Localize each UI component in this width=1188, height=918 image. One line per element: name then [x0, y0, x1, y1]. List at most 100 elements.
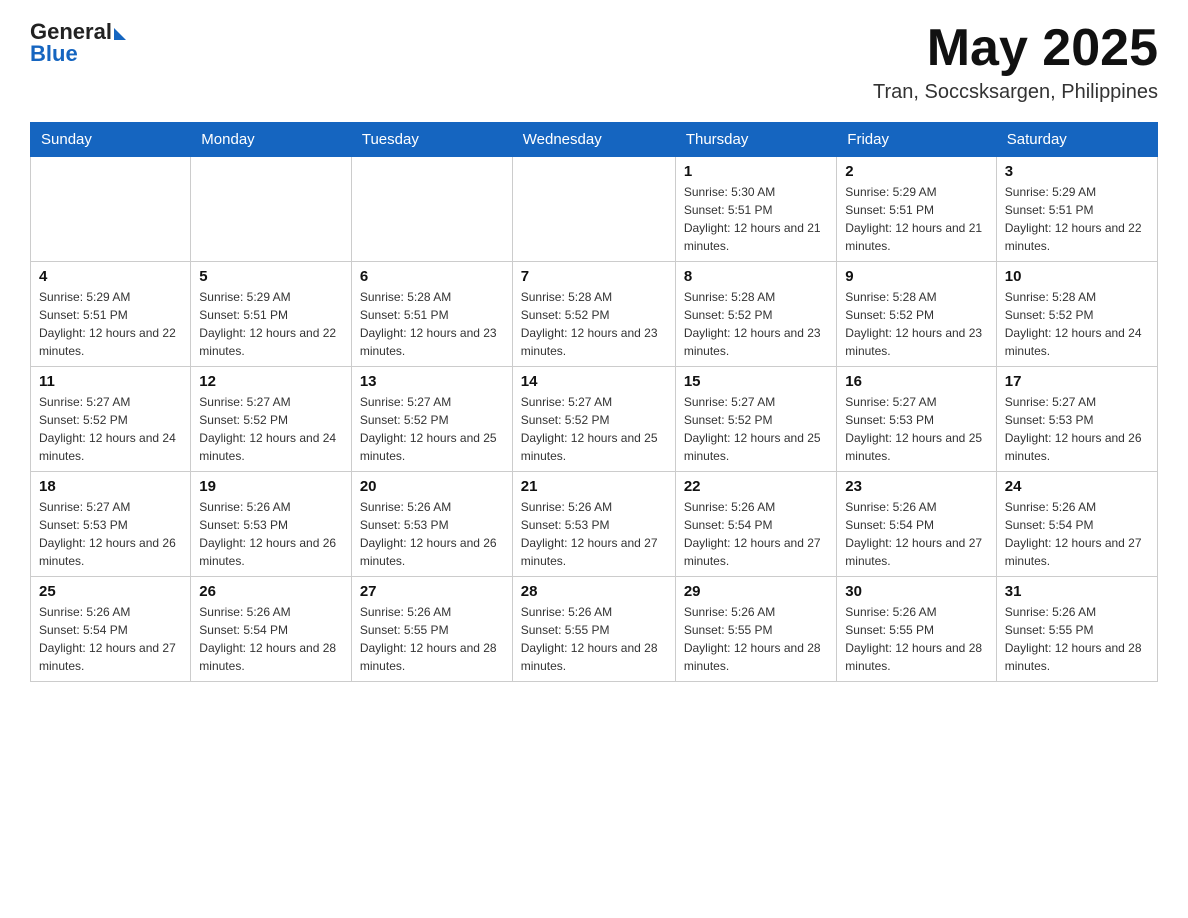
- day-number: 4: [39, 268, 182, 285]
- calendar-cell: 3 Sunrise: 5:29 AM Sunset: 5:51 PM Daylig…: [996, 157, 1157, 262]
- day-info: Sunrise: 5:26 AM Sunset: 5:54 PM Dayligh…: [845, 498, 987, 570]
- day-number: 29: [684, 583, 828, 600]
- weekday-header-row: SundayMondayTuesdayWednesdayThursdayFrid…: [31, 123, 1158, 157]
- calendar-cell: 17 Sunrise: 5:27 AM Sunset: 5:53 PM Dayli…: [996, 367, 1157, 472]
- calendar-cell: [191, 157, 352, 262]
- day-info: Sunrise: 5:28 AM Sunset: 5:52 PM Dayligh…: [684, 288, 828, 360]
- day-info: Sunrise: 5:26 AM Sunset: 5:53 PM Dayligh…: [199, 498, 343, 570]
- day-number: 25: [39, 583, 182, 600]
- day-info: Sunrise: 5:27 AM Sunset: 5:52 PM Dayligh…: [684, 393, 828, 465]
- calendar-cell: 13 Sunrise: 5:27 AM Sunset: 5:52 PM Dayli…: [351, 367, 512, 472]
- day-number: 28: [521, 583, 667, 600]
- day-info: Sunrise: 5:26 AM Sunset: 5:53 PM Dayligh…: [360, 498, 504, 570]
- day-info: Sunrise: 5:26 AM Sunset: 5:54 PM Dayligh…: [684, 498, 828, 570]
- weekday-header-monday: Monday: [191, 123, 352, 157]
- page-header: General Blue May 2025 Tran, Soccsksargen…: [30, 20, 1158, 104]
- day-number: 16: [845, 373, 987, 390]
- calendar-week-row: 1 Sunrise: 5:30 AM Sunset: 5:51 PM Daylig…: [31, 157, 1158, 262]
- day-number: 24: [1005, 478, 1149, 495]
- calendar-cell: 5 Sunrise: 5:29 AM Sunset: 5:51 PM Daylig…: [191, 262, 352, 367]
- day-info: Sunrise: 5:27 AM Sunset: 5:52 PM Dayligh…: [199, 393, 343, 465]
- day-number: 7: [521, 268, 667, 285]
- weekday-header-saturday: Saturday: [996, 123, 1157, 157]
- day-info: Sunrise: 5:26 AM Sunset: 5:54 PM Dayligh…: [199, 603, 343, 675]
- calendar-cell: 7 Sunrise: 5:28 AM Sunset: 5:52 PM Daylig…: [512, 262, 675, 367]
- day-number: 1: [684, 163, 828, 180]
- calendar-cell: 9 Sunrise: 5:28 AM Sunset: 5:52 PM Daylig…: [837, 262, 996, 367]
- weekday-header-thursday: Thursday: [675, 123, 836, 157]
- calendar-cell: 8 Sunrise: 5:28 AM Sunset: 5:52 PM Daylig…: [675, 262, 836, 367]
- header-right: May 2025 Tran, Soccsksargen, Philippines: [873, 20, 1158, 104]
- day-info: Sunrise: 5:26 AM Sunset: 5:55 PM Dayligh…: [845, 603, 987, 675]
- calendar-cell: 10Sunrise: 5:28 AM Sunset: 5:52 PM Dayli…: [996, 262, 1157, 367]
- calendar-week-row: 4 Sunrise: 5:29 AM Sunset: 5:51 PM Daylig…: [31, 262, 1158, 367]
- day-number: 3: [1005, 163, 1149, 180]
- day-number: 11: [39, 373, 182, 390]
- day-number: 5: [199, 268, 343, 285]
- day-number: 31: [1005, 583, 1149, 600]
- calendar-cell: 14 Sunrise: 5:27 AM Sunset: 5:52 PM Dayli…: [512, 367, 675, 472]
- day-info: Sunrise: 5:27 AM Sunset: 5:52 PM Dayligh…: [360, 393, 504, 465]
- calendar-cell: 19 Sunrise: 5:26 AM Sunset: 5:53 PM Dayli…: [191, 472, 352, 577]
- day-info: Sunrise: 5:29 AM Sunset: 5:51 PM Dayligh…: [199, 288, 343, 360]
- calendar-cell: [512, 157, 675, 262]
- day-number: 12: [199, 373, 343, 390]
- calendar-cell: 4 Sunrise: 5:29 AM Sunset: 5:51 PM Daylig…: [31, 262, 191, 367]
- calendar-cell: 12 Sunrise: 5:27 AM Sunset: 5:52 PM Dayli…: [191, 367, 352, 472]
- calendar-cell: 25 Sunrise: 5:26 AM Sunset: 5:54 PM Dayli…: [31, 577, 191, 682]
- calendar-cell: 30 Sunrise: 5:26 AM Sunset: 5:55 PM Dayli…: [837, 577, 996, 682]
- day-info: Sunrise: 5:30 AM Sunset: 5:51 PM Dayligh…: [684, 183, 828, 255]
- day-info: Sunrise: 5:29 AM Sunset: 5:51 PM Dayligh…: [1005, 183, 1149, 255]
- calendar-cell: 6Sunrise: 5:28 AM Sunset: 5:51 PM Daylig…: [351, 262, 512, 367]
- day-info: Sunrise: 5:26 AM Sunset: 5:54 PM Dayligh…: [1005, 498, 1149, 570]
- day-info: Sunrise: 5:28 AM Sunset: 5:52 PM Dayligh…: [845, 288, 987, 360]
- day-info: Sunrise: 5:26 AM Sunset: 5:54 PM Dayligh…: [39, 603, 182, 675]
- calendar-cell: 31Sunrise: 5:26 AM Sunset: 5:55 PM Dayli…: [996, 577, 1157, 682]
- day-info: Sunrise: 5:28 AM Sunset: 5:52 PM Dayligh…: [521, 288, 667, 360]
- day-info: Sunrise: 5:26 AM Sunset: 5:53 PM Dayligh…: [521, 498, 667, 570]
- calendar-cell: 2Sunrise: 5:29 AM Sunset: 5:51 PM Daylig…: [837, 157, 996, 262]
- calendar-cell: 26 Sunrise: 5:26 AM Sunset: 5:54 PM Dayli…: [191, 577, 352, 682]
- day-number: 26: [199, 583, 343, 600]
- weekday-header-sunday: Sunday: [31, 123, 191, 157]
- calendar-cell: [31, 157, 191, 262]
- day-info: Sunrise: 5:27 AM Sunset: 5:52 PM Dayligh…: [39, 393, 182, 465]
- day-number: 22: [684, 478, 828, 495]
- calendar-cell: 20 Sunrise: 5:26 AM Sunset: 5:53 PM Dayli…: [351, 472, 512, 577]
- calendar-cell: 18 Sunrise: 5:27 AM Sunset: 5:53 PM Dayli…: [31, 472, 191, 577]
- day-number: 20: [360, 478, 504, 495]
- day-info: Sunrise: 5:26 AM Sunset: 5:55 PM Dayligh…: [684, 603, 828, 675]
- calendar-cell: 1 Sunrise: 5:30 AM Sunset: 5:51 PM Daylig…: [675, 157, 836, 262]
- calendar-week-row: 18 Sunrise: 5:27 AM Sunset: 5:53 PM Dayli…: [31, 472, 1158, 577]
- day-number: 18: [39, 478, 182, 495]
- calendar-cell: [351, 157, 512, 262]
- calendar-cell: 21Sunrise: 5:26 AM Sunset: 5:53 PM Dayli…: [512, 472, 675, 577]
- day-info: Sunrise: 5:26 AM Sunset: 5:55 PM Dayligh…: [360, 603, 504, 675]
- calendar-cell: 24 Sunrise: 5:26 AM Sunset: 5:54 PM Dayli…: [996, 472, 1157, 577]
- calendar-cell: 22 Sunrise: 5:26 AM Sunset: 5:54 PM Dayli…: [675, 472, 836, 577]
- calendar-table: SundayMondayTuesdayWednesdayThursdayFrid…: [30, 122, 1158, 682]
- weekday-header-wednesday: Wednesday: [512, 123, 675, 157]
- day-info: Sunrise: 5:26 AM Sunset: 5:55 PM Dayligh…: [521, 603, 667, 675]
- day-number: 6: [360, 268, 504, 285]
- day-info: Sunrise: 5:27 AM Sunset: 5:53 PM Dayligh…: [1005, 393, 1149, 465]
- calendar-cell: 11 Sunrise: 5:27 AM Sunset: 5:52 PM Dayli…: [31, 367, 191, 472]
- day-number: 30: [845, 583, 987, 600]
- weekday-header-tuesday: Tuesday: [351, 123, 512, 157]
- day-info: Sunrise: 5:28 AM Sunset: 5:52 PM Dayligh…: [1005, 288, 1149, 360]
- day-number: 17: [1005, 373, 1149, 390]
- day-number: 14: [521, 373, 667, 390]
- day-number: 8: [684, 268, 828, 285]
- calendar-cell: 16 Sunrise: 5:27 AM Sunset: 5:53 PM Dayli…: [837, 367, 996, 472]
- calendar-cell: 29 Sunrise: 5:26 AM Sunset: 5:55 PM Dayli…: [675, 577, 836, 682]
- calendar-week-row: 11 Sunrise: 5:27 AM Sunset: 5:52 PM Dayli…: [31, 367, 1158, 472]
- day-number: 13: [360, 373, 504, 390]
- calendar-cell: 15 Sunrise: 5:27 AM Sunset: 5:52 PM Dayli…: [675, 367, 836, 472]
- day-info: Sunrise: 5:27 AM Sunset: 5:53 PM Dayligh…: [845, 393, 987, 465]
- day-info: Sunrise: 5:29 AM Sunset: 5:51 PM Dayligh…: [39, 288, 182, 360]
- day-info: Sunrise: 5:27 AM Sunset: 5:52 PM Dayligh…: [521, 393, 667, 465]
- day-info: Sunrise: 5:27 AM Sunset: 5:53 PM Dayligh…: [39, 498, 182, 570]
- day-number: 19: [199, 478, 343, 495]
- day-number: 9: [845, 268, 987, 285]
- day-number: 15: [684, 373, 828, 390]
